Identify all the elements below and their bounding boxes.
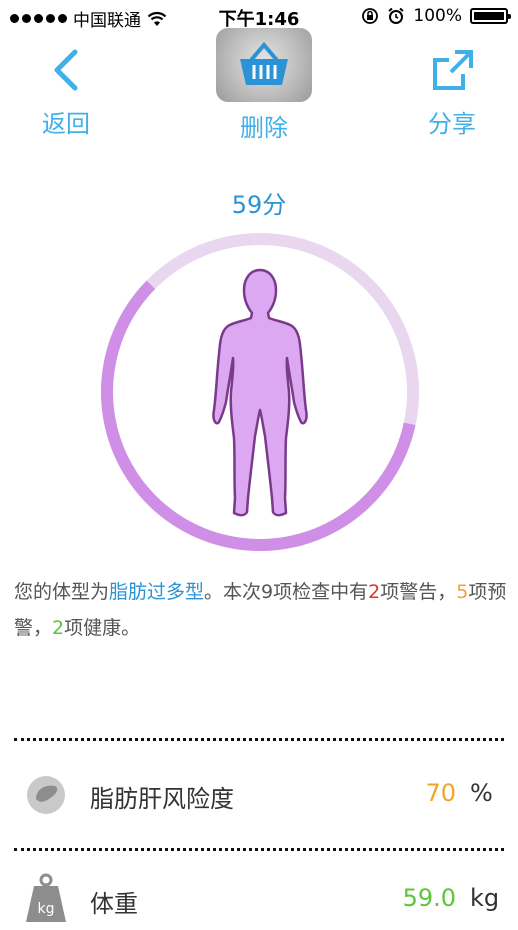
share-icon: [433, 50, 473, 90]
share-label: 分享: [428, 110, 476, 138]
alert-count: 5: [456, 581, 469, 603]
summary-middle: 。本次9项检查中有: [204, 581, 369, 603]
alarm-icon: [388, 7, 405, 24]
basket-icon: [216, 28, 312, 102]
metric-name: 体重: [90, 890, 138, 918]
healthy-text: 项健康。: [64, 617, 141, 639]
back-button[interactable]: 返回: [30, 48, 102, 139]
body-type-link[interactable]: 脂肪过多型: [109, 581, 204, 603]
summary-prefix: 您的体型为: [14, 581, 110, 603]
back-label: 返回: [42, 110, 90, 138]
delete-label: 删除: [240, 114, 288, 142]
divider: [14, 848, 504, 851]
metric-name: 脂肪肝风险度: [90, 785, 234, 813]
health-score: 59分: [231, 191, 287, 219]
warning-count: 2: [368, 581, 381, 603]
weight-icon: kg: [26, 873, 66, 922]
share-button[interactable]: 分享: [416, 48, 488, 139]
weight-icon-text: kg: [38, 901, 55, 917]
delete-button[interactable]: 删除: [216, 28, 312, 143]
result-summary: 您的体型为脂肪过多型。本次9项检查中有2项警告，5项预警，2项健康。: [14, 574, 509, 646]
liver-icon: [27, 776, 65, 814]
chevron-left-icon: [54, 49, 78, 91]
metric-row-fatty-liver[interactable]: 脂肪肝风险度 70 %: [0, 765, 518, 825]
metric-value: 59.0: [402, 884, 456, 912]
rotation-lock-icon: [362, 8, 379, 24]
metric-row-weight[interactable]: kg 体重 59.0 kg: [0, 870, 518, 930]
divider: [14, 738, 504, 741]
healthy-count: 2: [52, 617, 65, 639]
metric-unit: kg: [470, 884, 500, 912]
warning-text: 项警告，: [380, 581, 457, 603]
battery-percent: 100%: [413, 6, 462, 26]
metric-unit: %: [470, 779, 493, 807]
score-ring: [101, 233, 419, 551]
body-silhouette-icon: [212, 268, 308, 517]
status-right: 100%: [361, 6, 511, 26]
battery-icon: [470, 8, 511, 24]
metric-value: 70: [425, 779, 456, 807]
